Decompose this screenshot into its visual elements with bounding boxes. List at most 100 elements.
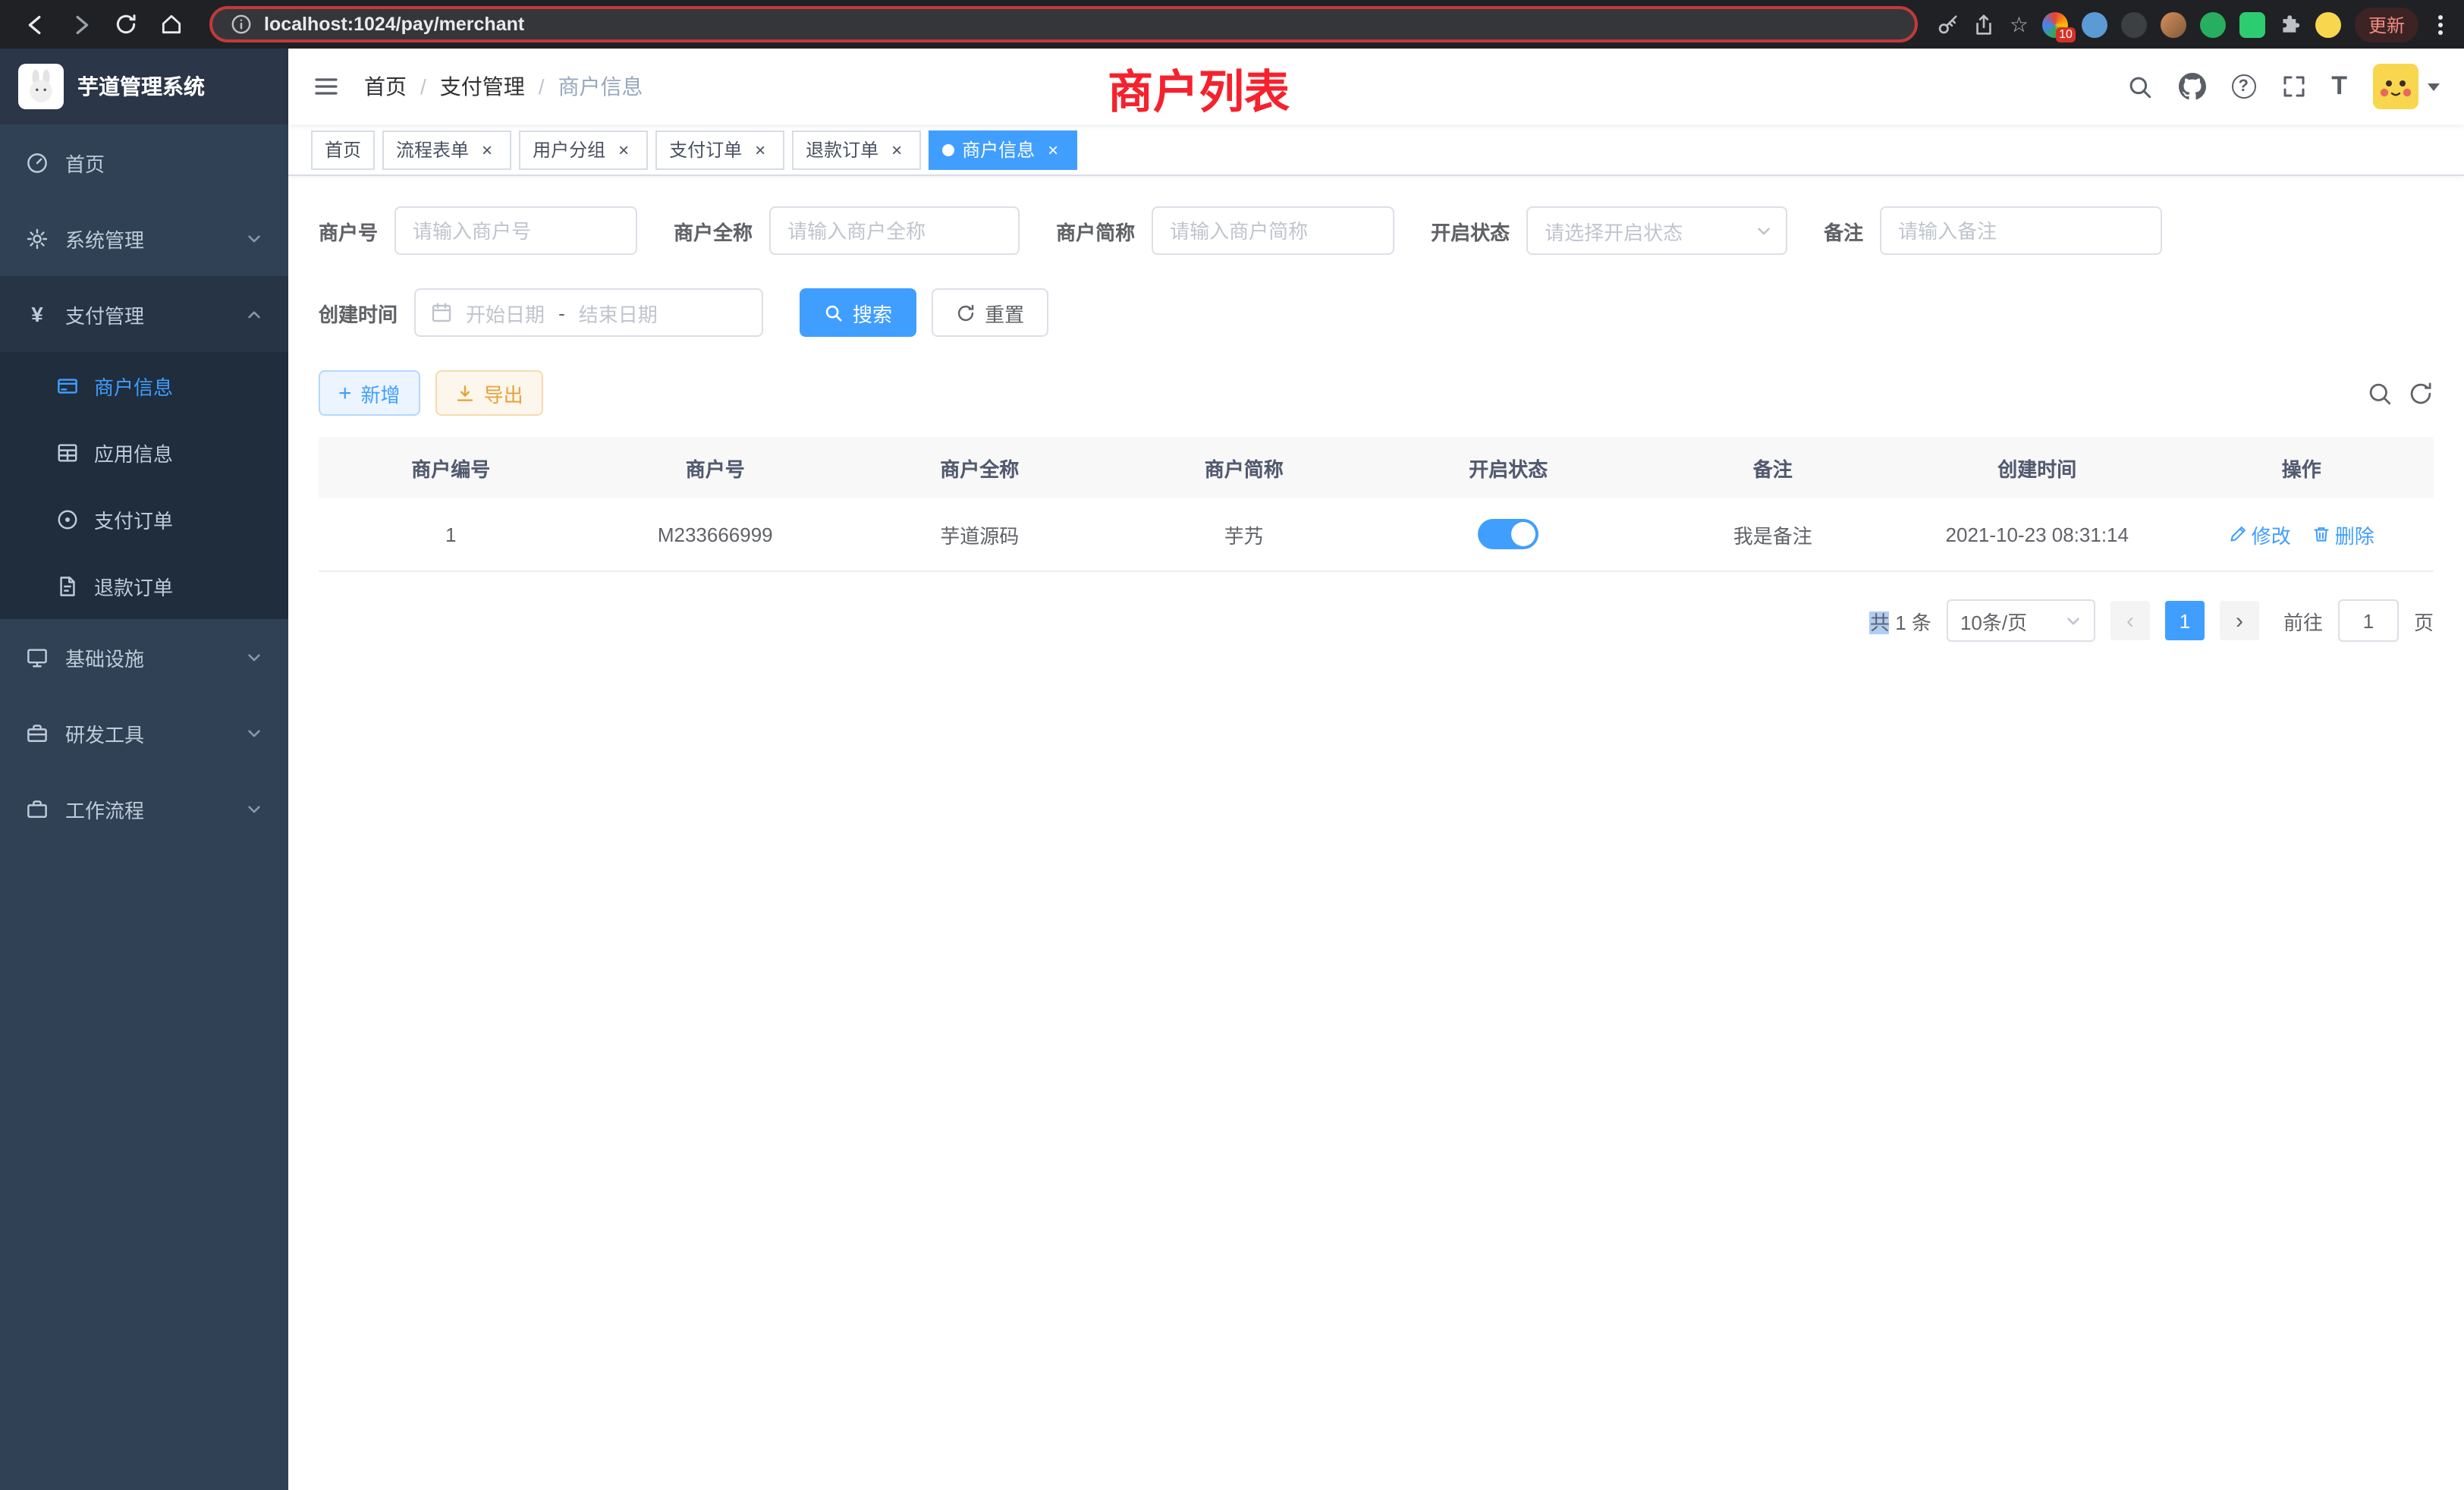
merchant-fullname-input[interactable] bbox=[769, 206, 1020, 255]
reset-button[interactable]: 重置 bbox=[932, 288, 1048, 337]
total-suffix: 条 bbox=[1912, 611, 1931, 633]
url-bar[interactable]: localhost:1024/pay/merchant bbox=[209, 6, 1919, 42]
extension-dark-icon[interactable] bbox=[2121, 11, 2147, 37]
export-button[interactable]: 导出 bbox=[435, 370, 543, 416]
sidebar-item-refund-order[interactable]: 退款订单 bbox=[0, 552, 288, 619]
search-icon[interactable] bbox=[2126, 74, 2152, 99]
remark-input[interactable] bbox=[1880, 206, 2162, 255]
status-toggle[interactable] bbox=[1478, 519, 1538, 549]
total-text: 共 1 条 bbox=[1870, 606, 1931, 635]
tag-label: 首页 bbox=[325, 137, 361, 162]
delete-link[interactable]: 删除 bbox=[2312, 520, 2374, 549]
info-icon[interactable] bbox=[231, 14, 252, 35]
fullscreen-icon[interactable] bbox=[2281, 74, 2305, 99]
key-icon[interactable] bbox=[1937, 13, 1960, 36]
extension-blue-icon[interactable] bbox=[2082, 11, 2107, 37]
sidebar-item-label: 商户信息 bbox=[94, 371, 173, 400]
sidebar-item-home[interactable]: 首页 bbox=[0, 124, 288, 200]
share-icon[interactable] bbox=[1973, 13, 1996, 36]
top-navbar: 首页 / 支付管理 / 商户信息 商户列表 ? bbox=[288, 49, 2464, 124]
column-header: 商户简称 bbox=[1112, 437, 1377, 498]
merchant-table: 商户编号 商户号 商户全称 商户简称 开启状态 备注 创建时间 操作 1 M23… bbox=[319, 437, 2434, 572]
chevron-down-icon bbox=[246, 649, 262, 665]
goto-page-input[interactable] bbox=[2338, 599, 2399, 642]
back-icon[interactable] bbox=[15, 5, 55, 44]
sidebar-fold-icon[interactable] bbox=[313, 73, 340, 100]
extension-green-doc-icon[interactable] bbox=[2239, 11, 2265, 37]
merchant-no-input[interactable] bbox=[394, 206, 637, 255]
date-start-placeholder: 开始日期 bbox=[466, 298, 545, 327]
sidebar-item-system[interactable]: 系统管理 bbox=[0, 200, 288, 276]
sidebar-item-infra[interactable]: 基础设施 bbox=[0, 619, 288, 695]
next-page-button[interactable]: › bbox=[2220, 601, 2259, 640]
tag-refund-order[interactable]: 退款订单 × bbox=[792, 130, 921, 169]
close-icon[interactable]: × bbox=[886, 139, 907, 160]
profile-avatar-icon[interactable] bbox=[2315, 11, 2341, 37]
column-header: 商户号 bbox=[583, 437, 848, 498]
credit-card-icon bbox=[56, 374, 79, 397]
sidebar-item-devtools[interactable]: 研发工具 bbox=[0, 695, 288, 771]
extension-avatar-icon[interactable] bbox=[2161, 11, 2186, 37]
browser-toolbar: localhost:1024/pay/merchant ☆ 10 更新 bbox=[0, 0, 2464, 49]
refresh-icon bbox=[956, 303, 976, 322]
toggle-search-icon[interactable] bbox=[2367, 380, 2393, 406]
tag-merchant-info[interactable]: 商户信息 × bbox=[929, 130, 1077, 169]
user-menu[interactable] bbox=[2373, 64, 2440, 109]
close-icon[interactable]: × bbox=[1042, 139, 1064, 160]
merchant-shortname-input[interactable] bbox=[1152, 206, 1394, 255]
close-icon[interactable]: × bbox=[750, 139, 771, 160]
add-button[interactable]: + 新增 bbox=[319, 370, 420, 416]
search-icon bbox=[824, 303, 844, 322]
extension-green-circle-icon[interactable] bbox=[2200, 11, 2226, 37]
tag-user-group[interactable]: 用户分组 × bbox=[519, 130, 648, 169]
status-select[interactable]: 请选择开启状态 bbox=[1526, 206, 1787, 255]
bookmark-star-icon[interactable]: ☆ bbox=[2010, 14, 2029, 35]
font-size-icon[interactable]: T bbox=[2331, 71, 2347, 102]
search-button[interactable]: 搜索 bbox=[800, 288, 916, 337]
column-header: 操作 bbox=[2170, 437, 2434, 498]
sidebar-item-merchant-info[interactable]: 商户信息 bbox=[0, 352, 288, 419]
sidebar-item-app-info[interactable]: 应用信息 bbox=[0, 419, 288, 486]
cell-full-name: 芋道源码 bbox=[847, 498, 1112, 571]
edit-link[interactable]: 修改 bbox=[2229, 520, 2291, 549]
page-1-button[interactable]: 1 bbox=[2165, 601, 2205, 640]
close-icon[interactable]: × bbox=[476, 139, 498, 160]
refresh-icon[interactable] bbox=[106, 5, 146, 44]
browser-update-button[interactable]: 更新 bbox=[2355, 7, 2418, 42]
button-label: 导出 bbox=[484, 379, 523, 407]
tag-home[interactable]: 首页 bbox=[311, 130, 375, 169]
sidebar-item-pay[interactable]: ¥ 支付管理 bbox=[0, 276, 288, 352]
tag-process-form[interactable]: 流程表单 × bbox=[382, 130, 511, 169]
date-range-picker[interactable]: 开始日期 - 结束日期 bbox=[414, 288, 763, 337]
sidebar-item-label: 应用信息 bbox=[94, 438, 173, 467]
breadcrumb-pay[interactable]: 支付管理 bbox=[440, 71, 525, 102]
close-icon[interactable]: × bbox=[613, 139, 634, 160]
chevron-up-icon bbox=[246, 306, 262, 322]
cell-remark: 我是备注 bbox=[1641, 498, 1906, 571]
github-icon[interactable] bbox=[2178, 73, 2205, 100]
filter-row-1: 商户号 商户全称 商户简称 开启状态 请选择开启状态 bbox=[319, 206, 2434, 255]
tag-pay-order[interactable]: 支付订单 × bbox=[655, 130, 784, 169]
sidebar-item-pay-order[interactable]: 支付订单 bbox=[0, 486, 288, 552]
app-logo[interactable]: 芋道管理系统 bbox=[0, 49, 288, 124]
home-icon[interactable] bbox=[152, 5, 191, 44]
sidebar-item-label: 首页 bbox=[65, 148, 105, 177]
browser-menu-icon[interactable] bbox=[2432, 14, 2449, 34]
chevron-down-icon bbox=[246, 800, 262, 817]
sidebar-item-label: 工作流程 bbox=[65, 794, 144, 823]
breadcrumb-home[interactable]: 首页 bbox=[364, 71, 407, 102]
browser-actions: ☆ 10 更新 bbox=[1937, 7, 2449, 42]
sidebar-item-label: 支付订单 bbox=[94, 505, 173, 533]
column-header: 创建时间 bbox=[1905, 437, 2170, 498]
page-size-select[interactable]: 10条/页 bbox=[1947, 599, 2095, 642]
sidebar-item-workflow[interactable]: 工作流程 bbox=[0, 771, 288, 847]
refresh-table-icon[interactable] bbox=[2408, 380, 2434, 406]
help-icon[interactable]: ? bbox=[2231, 74, 2255, 99]
forward-icon[interactable] bbox=[61, 5, 100, 44]
breadcrumb-current: 商户信息 bbox=[558, 71, 643, 102]
extension-colorful-icon[interactable]: 10 bbox=[2042, 11, 2068, 37]
prev-page-button[interactable]: ‹ bbox=[2110, 601, 2150, 640]
extensions-puzzle-icon[interactable] bbox=[2279, 13, 2302, 36]
select-placeholder: 请选择开启状态 bbox=[1545, 216, 1683, 245]
cell-status bbox=[1376, 498, 1641, 571]
